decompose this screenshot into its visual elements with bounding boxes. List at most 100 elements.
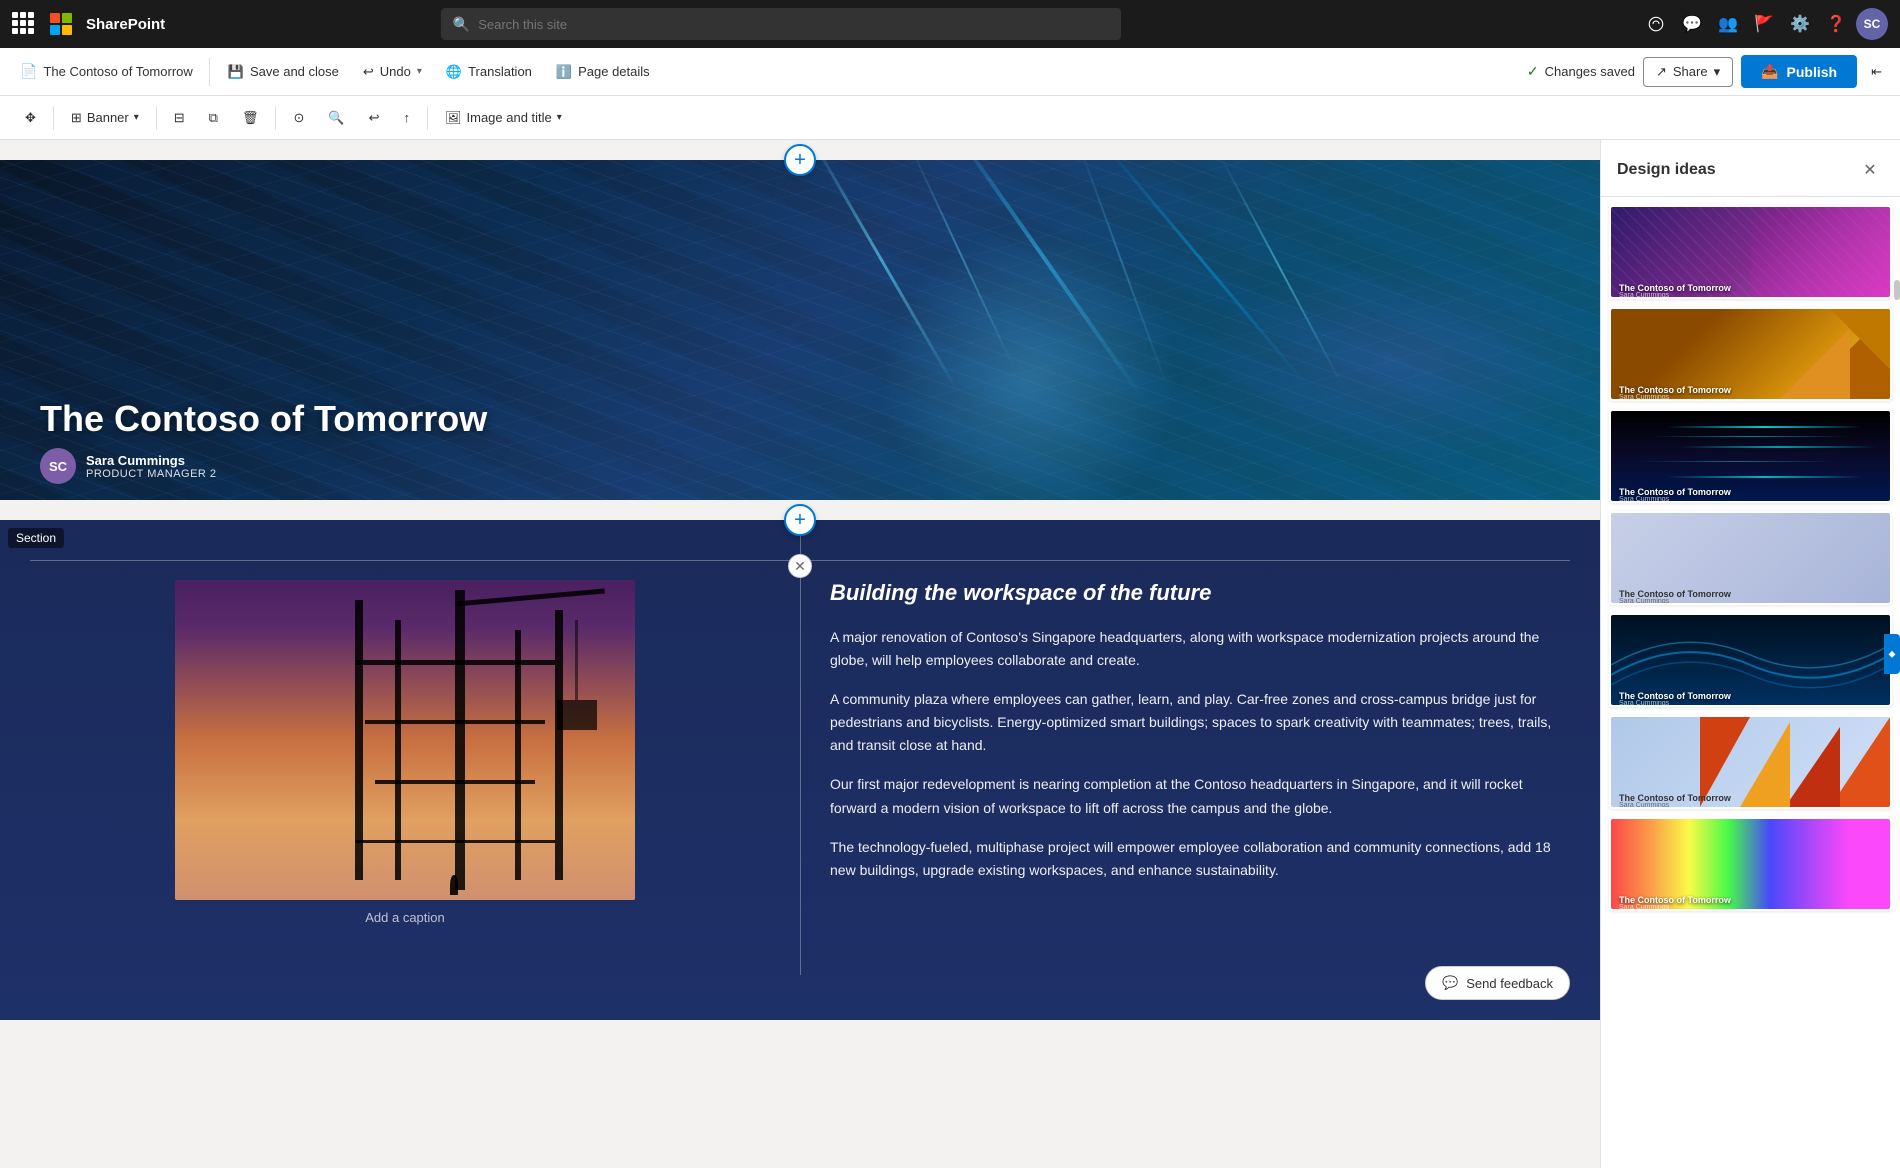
help-icon[interactable]: ❓ bbox=[1820, 8, 1852, 40]
publish-label: Publish bbox=[1787, 64, 1838, 80]
author-name: Sara Cummings bbox=[86, 453, 217, 468]
add-above-container: + bbox=[0, 140, 1600, 160]
author-role: PRODUCT MANAGER 2 bbox=[86, 468, 217, 480]
settings-icon: ⊙ bbox=[293, 110, 304, 126]
toolbar-right: ✓ Changes saved ↗ Share ▾ 📤 Publish ⇤ bbox=[1527, 55, 1888, 88]
people-icon[interactable]: 👥 bbox=[1712, 8, 1744, 40]
translation-icon: 🌐 bbox=[446, 64, 462, 80]
share-icon: ↗ bbox=[1656, 64, 1667, 80]
page-details-icon: ℹ️ bbox=[556, 64, 572, 80]
design-panel-toggle[interactable]: ⬥ bbox=[1884, 634, 1900, 674]
save-close-button[interactable]: 💾 Save and close bbox=[218, 59, 349, 85]
user-avatar[interactable]: SC bbox=[1856, 8, 1888, 40]
send-feedback-button[interactable]: 💬 Send feedback bbox=[1425, 966, 1570, 1000]
flag-icon[interactable]: 🚩 bbox=[1748, 8, 1780, 40]
design-idea-3[interactable]: The Contoso of Tomorrow Sara Cummings bbox=[1609, 409, 1892, 503]
image-title-icon: 🖼 bbox=[445, 110, 462, 126]
duplicate-icon: ⧉ bbox=[209, 110, 218, 126]
idea-sublabel-7: Sara Cummings bbox=[1619, 904, 1669, 909]
save-close-label: Save and close bbox=[250, 64, 339, 79]
microsoft-logo[interactable] bbox=[50, 13, 72, 35]
undo-ed-button[interactable]: ↩ bbox=[360, 105, 389, 131]
check-icon: ✓ bbox=[1527, 63, 1539, 80]
zoom-icon: 🔍 bbox=[328, 110, 344, 126]
section-remove-button[interactable]: ✕ bbox=[788, 554, 812, 578]
design-idea-4[interactable]: The Contoso of Tomorrow Sara Cummings bbox=[1609, 511, 1892, 605]
move-icon: ✥ bbox=[25, 110, 36, 126]
undo-arrow: ▾ bbox=[417, 66, 422, 77]
design-ideas-list[interactable]: The Contoso of Tomorrow Sara Cummings Th… bbox=[1601, 197, 1900, 1168]
app-name: SharePoint bbox=[86, 16, 165, 33]
design-idea-7[interactable]: The Contoso of Tomorrow Sara Cummings bbox=[1609, 817, 1892, 911]
toolbar-divider-1 bbox=[209, 58, 210, 86]
ed-divider-3 bbox=[275, 106, 276, 130]
design-panel-close-button[interactable]: ✕ bbox=[1856, 156, 1884, 184]
move-up-icon: ↑ bbox=[403, 110, 410, 125]
idea-thumb-3: The Contoso of Tomorrow Sara Cummings bbox=[1611, 411, 1890, 501]
section-area[interactable]: Section ✕ bbox=[0, 520, 1600, 1020]
design-idea-1[interactable]: The Contoso of Tomorrow Sara Cummings bbox=[1609, 205, 1892, 299]
undo-ed-icon: ↩ bbox=[369, 110, 380, 126]
editor-toolbar: ✥ ⊞ Banner ▾ ⊟ ⧉ 🗑 ⊙ 🔍 ↩ ↑ 🖼 Image and t… bbox=[0, 96, 1900, 140]
copilot-icon[interactable] bbox=[1640, 8, 1672, 40]
publish-icon: 📤 bbox=[1761, 63, 1778, 80]
canvas-area[interactable]: + The Contoso of Tomorrow SC Sara Cummin… bbox=[0, 140, 1600, 1168]
search-bar[interactable]: 🔍 bbox=[441, 8, 1121, 40]
page-toolbar: 📄 The Contoso of Tomorrow 💾 Save and clo… bbox=[0, 48, 1900, 96]
design-idea-5[interactable]: The Contoso of Tomorrow Sara Cummings bbox=[1609, 613, 1892, 707]
image-title-arrow: ▾ bbox=[557, 112, 562, 123]
image-caption[interactable]: Add a caption bbox=[365, 910, 445, 925]
settings-btn[interactable]: ⊙ bbox=[284, 105, 313, 131]
undo-button[interactable]: ↩ Undo ▾ bbox=[353, 59, 432, 85]
idea-sublabel-2: Sara Cummings bbox=[1619, 394, 1669, 399]
image-title-label: Image and title bbox=[467, 110, 552, 125]
share-label: Share bbox=[1673, 64, 1708, 79]
page-details-button[interactable]: ℹ️ Page details bbox=[546, 59, 660, 85]
publish-button[interactable]: 📤 Publish bbox=[1741, 55, 1857, 88]
author-avatar: SC bbox=[40, 448, 76, 484]
construction-image[interactable] bbox=[175, 580, 635, 900]
banner-button[interactable]: ⊞ Banner ▾ bbox=[62, 105, 148, 131]
idea-thumb-1: The Contoso of Tomorrow Sara Cummings bbox=[1611, 207, 1890, 297]
translation-button[interactable]: 🌐 Translation bbox=[436, 59, 542, 85]
zoom-button[interactable]: 🔍 bbox=[319, 105, 353, 131]
ed-divider-4 bbox=[427, 106, 428, 130]
idea-thumb-4: The Contoso of Tomorrow Sara Cummings bbox=[1611, 513, 1890, 603]
section-para-2: A community plaza where employees can ga… bbox=[830, 688, 1560, 757]
add-between-container: + bbox=[0, 500, 1600, 520]
text-panel[interactable]: Building the workspace of the future A m… bbox=[800, 560, 1570, 935]
idea-sublabel-1: Sara Cummings bbox=[1619, 292, 1669, 297]
scrollbar-thumb[interactable] bbox=[1894, 280, 1900, 300]
save-icon: 💾 bbox=[228, 64, 244, 80]
image-title-button[interactable]: 🖼 Image and title ▾ bbox=[436, 105, 571, 131]
crumb-label: The Contoso of Tomorrow bbox=[43, 64, 192, 79]
banner-arrow: ▾ bbox=[134, 112, 139, 123]
idea-sublabel-3: Sara Cummings bbox=[1619, 496, 1669, 501]
design-idea-6[interactable]: The Contoso of Tomorrow Sara Cummings bbox=[1609, 715, 1892, 809]
app-launcher-icon[interactable] bbox=[12, 12, 36, 36]
design-idea-2[interactable]: The Contoso of Tomorrow Sara Cummings bbox=[1609, 307, 1892, 401]
share-arrow: ▾ bbox=[1714, 64, 1721, 80]
feedback-icon: 💬 bbox=[1442, 975, 1458, 991]
move-button[interactable]: ✥ bbox=[16, 105, 45, 131]
add-section-above-button[interactable]: + bbox=[784, 144, 816, 176]
search-icon: 🔍 bbox=[453, 16, 470, 33]
light-rays bbox=[0, 160, 1600, 500]
delete-icon: 🗑 bbox=[242, 110, 259, 126]
search-input[interactable] bbox=[478, 17, 1109, 32]
page-crumb[interactable]: 📄 The Contoso of Tomorrow bbox=[12, 59, 201, 84]
add-section-between-button[interactable]: + bbox=[784, 504, 816, 536]
idea-thumb-6: The Contoso of Tomorrow Sara Cummings bbox=[1611, 717, 1890, 807]
collapse-button[interactable]: ⇤ bbox=[1865, 60, 1888, 84]
banner-section[interactable]: The Contoso of Tomorrow SC Sara Cummings… bbox=[0, 160, 1600, 500]
share-button[interactable]: ↗ Share ▾ bbox=[1643, 57, 1733, 87]
layout-button[interactable]: ⊟ bbox=[165, 105, 194, 131]
duplicate-button[interactable]: ⧉ bbox=[200, 105, 227, 131]
design-panel-title: Design ideas bbox=[1617, 161, 1716, 179]
changes-saved-label: Changes saved bbox=[1545, 64, 1635, 79]
move-up-button[interactable]: ↑ bbox=[394, 105, 419, 130]
banner-label: Banner bbox=[87, 110, 129, 125]
delete-button[interactable]: 🗑 bbox=[233, 105, 268, 131]
settings-icon[interactable]: ⚙️ bbox=[1784, 8, 1816, 40]
chat-icon[interactable]: 💬 bbox=[1676, 8, 1708, 40]
